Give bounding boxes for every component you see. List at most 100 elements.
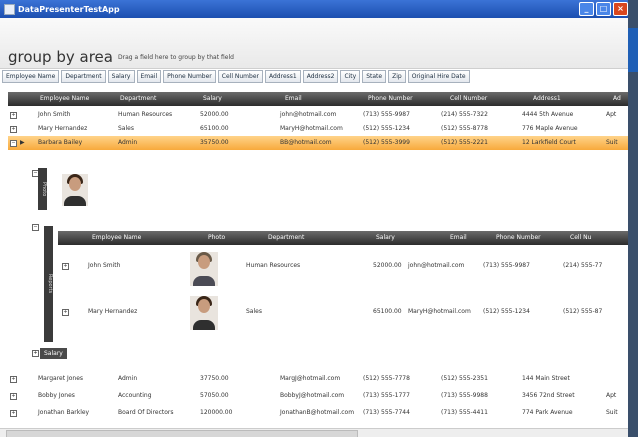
field-chip[interactable]: Address1	[265, 70, 301, 83]
cell-cell: (512) 555-2351	[441, 375, 488, 382]
cell-salary: 52000.00	[200, 111, 229, 118]
cell-salary: 35750.00	[200, 139, 229, 146]
cell-department: Sales	[118, 125, 134, 132]
column-header-photo[interactable]: Photo	[208, 234, 225, 241]
field-chip[interactable]: Address2	[302, 70, 339, 83]
table-row[interactable]: + John Smith Human Resources 52000.00 jo…	[8, 108, 628, 122]
row-pointer-icon: ▶	[20, 139, 25, 146]
cell-address2: Apt	[606, 392, 617, 399]
cell-address1: 776 Maple Avenue	[522, 125, 578, 132]
background-window-caption	[628, 28, 638, 72]
cell-name: Mary Hernandez	[88, 308, 138, 315]
field-chip[interactable]: Phone Number	[163, 70, 216, 83]
cell-address2: Suit	[606, 139, 618, 146]
cell-department: Admin	[118, 375, 138, 382]
cell-email: MaryH@hotmail.com	[280, 125, 343, 132]
column-header-department[interactable]: Department	[120, 95, 156, 102]
cell-address1: 774 Park Avenue	[522, 409, 573, 416]
cell-cell: (512) 555-87	[563, 308, 603, 315]
table-row[interactable]: + Jonathan Barkley Board Of Directors 12…	[8, 406, 628, 420]
table-row[interactable]: + Mary Hernandez Sales 65100.00 MaryH@ho…	[58, 305, 628, 319]
column-header-email[interactable]: Email	[450, 234, 467, 241]
expand-icon[interactable]: +	[10, 112, 17, 119]
app-window: DataPresenterTestApp _ □ × group by area…	[0, 0, 629, 437]
cell-salary: 65100.00	[200, 125, 229, 132]
cell-salary: 57050.00	[200, 392, 229, 399]
field-chip[interactable]: Original Hire Date	[407, 70, 470, 83]
table-row[interactable]: + Mary Hernandez Sales 65100.00 MaryH@ho…	[8, 122, 628, 136]
cell-name: John Smith	[88, 262, 121, 269]
column-header-phone[interactable]: Phone Number	[368, 95, 413, 102]
expand-icon[interactable]: +	[10, 410, 17, 417]
expand-icon[interactable]: +	[62, 263, 69, 270]
column-header-cell[interactable]: Cell Number	[450, 95, 487, 102]
employee-photo	[190, 296, 218, 330]
table-row[interactable]: + Bobby Jones Accounting 57050.00 BobbyJ…	[8, 389, 628, 403]
cell-phone: (713) 555-9987	[483, 262, 530, 269]
column-header-salary[interactable]: Salary	[203, 95, 222, 102]
column-header-employee-name[interactable]: Employee Name	[40, 95, 89, 102]
cell-cell: (214) 555-7322	[441, 111, 488, 118]
group-by-title: group by area	[8, 48, 113, 66]
field-chip[interactable]: Department	[61, 70, 106, 83]
field-chip[interactable]: Cell Number	[217, 70, 263, 83]
expand-icon[interactable]: +	[10, 376, 17, 383]
table-row[interactable]: + John Smith Human Resources 52000.00 jo…	[58, 259, 628, 273]
section-tab-photo[interactable]: Photo	[38, 168, 47, 210]
reports-grid-header: Employee Name Photo Department Salary Em…	[58, 231, 628, 245]
background-window-edge	[628, 0, 638, 437]
field-chip[interactable]: Email	[136, 70, 162, 83]
cell-department: Admin	[118, 139, 138, 146]
scrollbar-thumb[interactable]	[6, 430, 358, 437]
cell-email: MargJ@hotmail.com	[280, 375, 341, 382]
cell-department: Human Resources	[246, 262, 301, 269]
employee-photo	[62, 174, 88, 206]
expand-icon[interactable]: +	[10, 393, 17, 400]
cell-cell: (713) 555-4411	[441, 409, 488, 416]
minimize-button[interactable]: _	[579, 2, 594, 16]
column-header-salary[interactable]: Salary	[376, 234, 395, 241]
field-chip[interactable]: City	[340, 70, 361, 83]
cell-name: Margaret Jones	[38, 375, 84, 382]
title-bar: DataPresenterTestApp _ □ ×	[0, 0, 628, 18]
cell-department: Board Of Directors	[118, 409, 174, 416]
group-by-area[interactable]: group by area Drag a field here to group…	[0, 18, 628, 69]
cell-phone: (512) 555-7778	[363, 375, 410, 382]
maximize-button[interactable]: □	[596, 2, 611, 16]
cell-department: Sales	[246, 308, 262, 315]
field-chip[interactable]: Employee Name	[2, 70, 60, 83]
cell-cell: (512) 555-2221	[441, 139, 488, 146]
expand-icon[interactable]: +	[62, 309, 69, 316]
column-header-email[interactable]: Email	[285, 95, 302, 102]
cell-phone: (713) 555-7744	[363, 409, 410, 416]
cell-phone: (713) 555-9987	[363, 111, 410, 118]
column-header-phone[interactable]: Phone Number	[496, 234, 541, 241]
field-chip[interactable]: State	[362, 70, 387, 83]
column-header-employee-name[interactable]: Employee Name	[92, 234, 141, 241]
column-header-address1[interactable]: Address1	[533, 95, 561, 102]
field-chip[interactable]: Zip	[388, 70, 406, 83]
horizontal-scrollbar[interactable]	[0, 428, 628, 437]
cell-address1: 12 Larkfield Court	[522, 139, 576, 146]
section-tab-reports[interactable]: Reports	[44, 226, 53, 342]
expand-icon[interactable]: +	[10, 126, 17, 133]
cell-email: MaryH@hotmail.com	[408, 308, 471, 315]
column-header-department[interactable]: Department	[268, 234, 304, 241]
cell-cell: (512) 555-8778	[441, 125, 488, 132]
column-header-cell[interactable]: Cell Nu	[570, 234, 591, 241]
cell-email: john@hotmail.com	[280, 111, 337, 118]
cell-department: Human Resources	[118, 111, 173, 118]
table-row-selected[interactable]: − ▶ Barbara Bailey Admin 35750.00 BB@hot…	[8, 136, 628, 150]
table-row[interactable]: + Margaret Jones Admin 37750.00 MargJ@ho…	[8, 372, 628, 386]
field-chip[interactable]: Salary	[107, 70, 135, 83]
cell-phone: (512) 555-1234	[363, 125, 410, 132]
close-button[interactable]: ×	[613, 2, 628, 16]
cell-phone: (512) 555-3999	[363, 139, 410, 146]
column-header-address2[interactable]: Ad	[613, 95, 621, 102]
cell-phone: (713) 555-1777	[363, 392, 410, 399]
collapse-icon[interactable]: −	[10, 140, 17, 147]
expand-icon[interactable]: +	[32, 350, 39, 357]
cell-salary: 65100.00	[373, 308, 402, 315]
salary-section-button[interactable]: Salary	[40, 348, 67, 359]
collapse-icon[interactable]: −	[32, 224, 39, 231]
